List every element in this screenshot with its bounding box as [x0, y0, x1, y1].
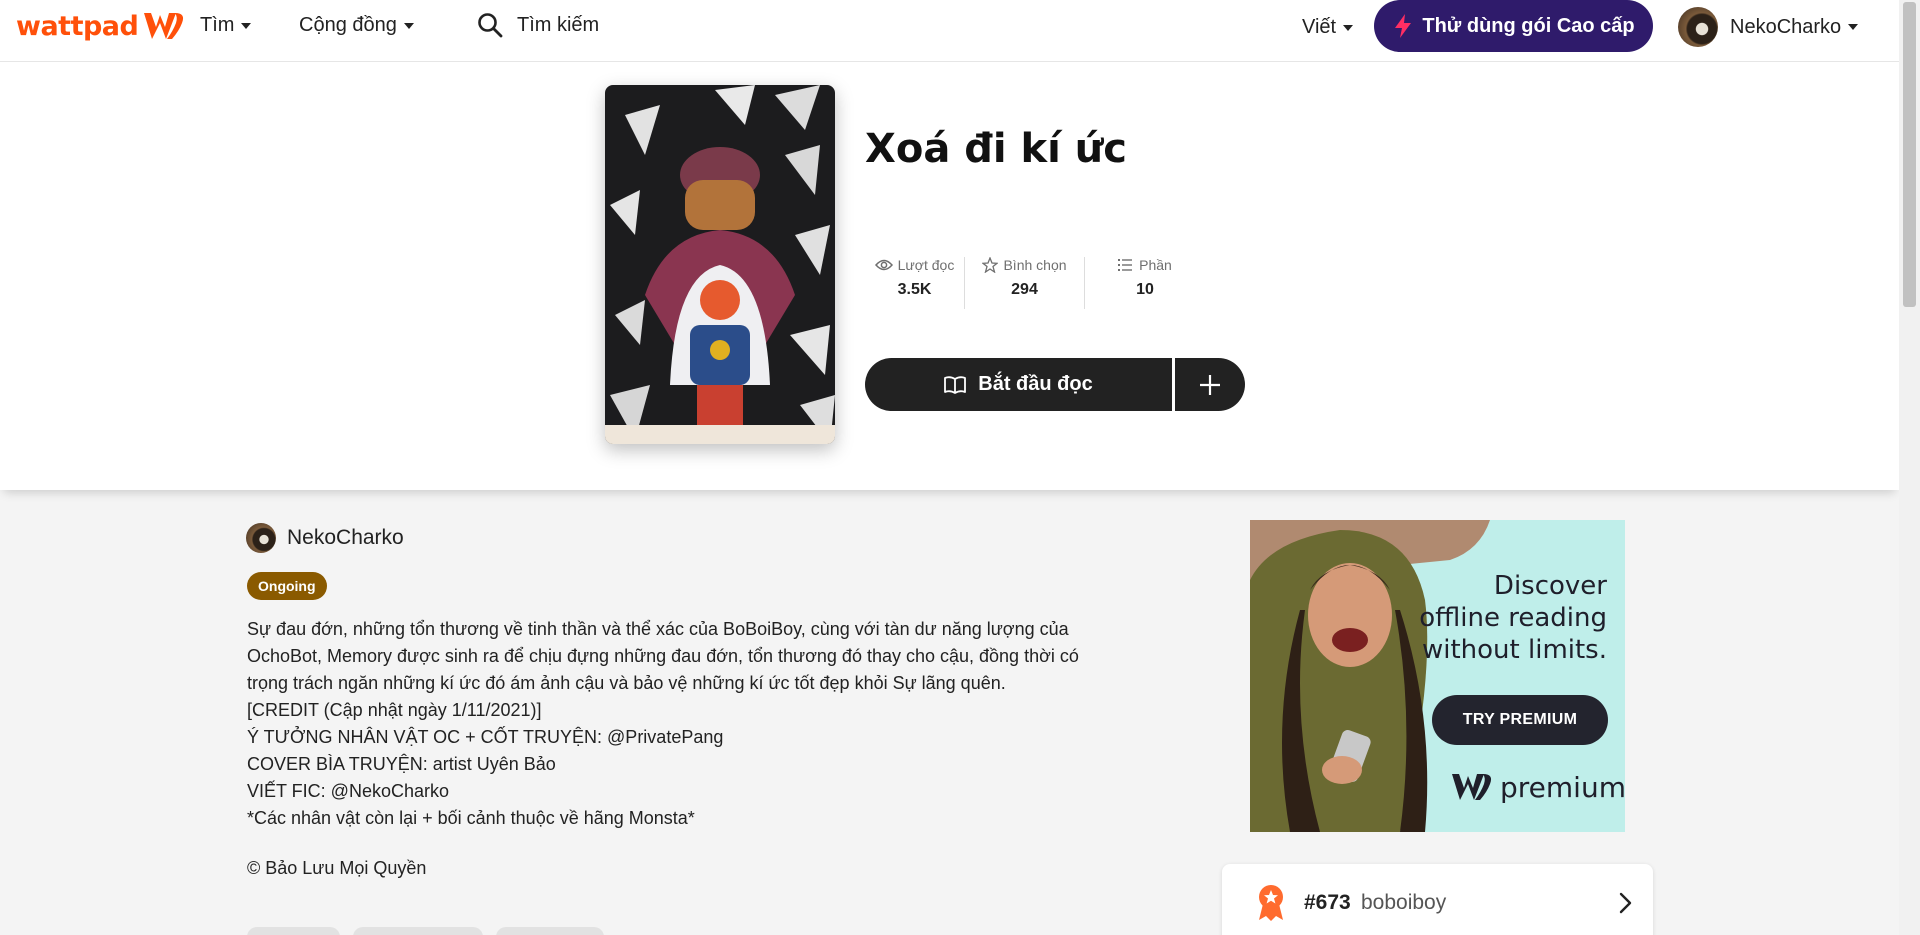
- description-line: VIẾT FIC: @NekoCharko: [247, 781, 449, 801]
- wattpad-w-icon: [144, 13, 184, 39]
- chevron-down-icon: [241, 22, 252, 29]
- ad-headline: Discover offline reading without limits.: [1419, 570, 1607, 666]
- browse-menu[interactable]: Tìm: [200, 14, 252, 37]
- try-premium-button[interactable]: Thử dùng gói Cao cấp: [1374, 0, 1653, 52]
- plus-icon: [1200, 374, 1220, 395]
- browse-label: Tìm: [200, 14, 235, 36]
- cover-image: [605, 85, 835, 444]
- story-header: Xoá đi kí ức Lượt đọc 3.5K Bình chọn 294: [0, 62, 1899, 490]
- ad-line: without limits.: [1421, 635, 1607, 665]
- ranking-card[interactable]: #673 boboiboy: [1222, 864, 1653, 935]
- story-cover[interactable]: [605, 85, 835, 444]
- search-icon: [478, 13, 503, 38]
- user-menu[interactable]: NekoCharko: [1678, 7, 1859, 47]
- chevron-down-icon: [1343, 24, 1354, 31]
- book-open-icon: [944, 375, 967, 394]
- username: NekoCharko: [1730, 15, 1842, 38]
- stat-parts: Phần 10: [1085, 257, 1205, 309]
- search-input[interactable]: Tìm kiếm: [517, 14, 599, 37]
- ad-brand-text: premium: [1500, 770, 1625, 804]
- copyright-notice: © Bảo Lưu Mọi Quyền: [247, 858, 427, 878]
- tag-pill[interactable]: [247, 927, 340, 935]
- scrollbar-thumb[interactable]: [1903, 2, 1916, 307]
- wattpad-w-icon: [1452, 774, 1492, 800]
- community-label: Cộng đồng: [299, 14, 397, 36]
- stat-reads-value: 3.5K: [897, 281, 932, 298]
- premium-label: Thử dùng gói Cao cấp: [1422, 14, 1635, 37]
- stat-parts-value: 10: [1136, 281, 1154, 298]
- story-stats: Lượt đọc 3.5K Bình chọn 294 Phần 10: [865, 257, 1205, 309]
- try-premium-ad-button[interactable]: TRY PREMIUM: [1432, 695, 1608, 745]
- community-menu[interactable]: Cộng đồng: [299, 14, 414, 37]
- description-line: Ý TƯỞNG NHÂN VẬT OC + CỐT TRUYỆN: @Priva…: [247, 727, 724, 747]
- story-description: Sự đau đớn, những tổn thương về tinh thầ…: [247, 616, 1127, 832]
- description-line: Sự đau đớn, những tổn thương về tinh thầ…: [247, 619, 1069, 639]
- premium-ad[interactable]: Discover offline reading without limits.…: [1250, 520, 1625, 832]
- stat-votes-value: 294: [1011, 281, 1038, 298]
- stat-reads: Lượt đọc 3.5K: [865, 257, 965, 309]
- story-title: Xoá đi kí ức: [865, 126, 1127, 172]
- description-line: OchoBot, Memory được sinh ra để chịu đựn…: [247, 646, 1079, 666]
- ad-brand: premium: [1450, 770, 1625, 804]
- stat-votes-label: Bình chọn: [1003, 257, 1067, 273]
- top-nav: wattpad Tìm Cộng đồng Tìm kiếm Viết Thử …: [0, 0, 1899, 62]
- write-menu[interactable]: Viết: [1302, 16, 1354, 39]
- description-line: trọng trách ngăn những kí ức đó ám ảnh c…: [247, 673, 1006, 693]
- eye-icon: [874, 259, 893, 271]
- add-to-library-button[interactable]: [1175, 358, 1245, 411]
- start-reading-label: Bắt đầu đọc: [978, 373, 1093, 395]
- wattpad-logo[interactable]: wattpad: [16, 9, 186, 43]
- stat-votes: Bình chọn 294: [965, 257, 1085, 309]
- avatar: [1678, 7, 1718, 47]
- tag-pill[interactable]: [353, 927, 483, 935]
- ad-line: offline reading: [1419, 603, 1607, 633]
- stat-reads-label: Lượt đọc: [897, 257, 955, 273]
- write-label: Viết: [1302, 16, 1337, 38]
- author-avatar: [246, 523, 276, 553]
- chevron-right-icon: [1619, 892, 1632, 914]
- description-line: *Các nhân vật còn lại + bối cảnh thuộc v…: [247, 808, 695, 828]
- description-line: COVER BÌA TRUYỆN: artist Uyên Bảo: [247, 754, 556, 774]
- status-badge: Ongoing: [247, 572, 327, 600]
- list-icon: [1118, 259, 1133, 271]
- chevron-down-icon: [403, 22, 414, 29]
- rank-tag: boboiboy: [1361, 891, 1447, 914]
- start-reading-button[interactable]: Bắt đầu đọc: [865, 358, 1172, 411]
- author-name: NekoCharko: [287, 526, 404, 549]
- star-icon: [982, 257, 999, 273]
- tag-pill[interactable]: [496, 927, 604, 935]
- ad-line: Discover: [1493, 571, 1607, 601]
- rank-number: #673: [1304, 891, 1351, 914]
- logo-text: wattpad: [16, 10, 139, 42]
- stat-parts-label: Phần: [1139, 257, 1172, 273]
- chevron-down-icon: [1848, 24, 1859, 30]
- lightning-icon: [1395, 14, 1412, 38]
- author-link[interactable]: NekoCharko: [246, 523, 404, 553]
- search-bar[interactable]: Tìm kiếm: [477, 12, 599, 38]
- ribbon-badge-icon: [1259, 885, 1283, 921]
- page-scrollbar[interactable]: [1899, 0, 1920, 935]
- description-line: [CREDIT (Cập nhật ngày 1/11/2021)]: [247, 700, 542, 720]
